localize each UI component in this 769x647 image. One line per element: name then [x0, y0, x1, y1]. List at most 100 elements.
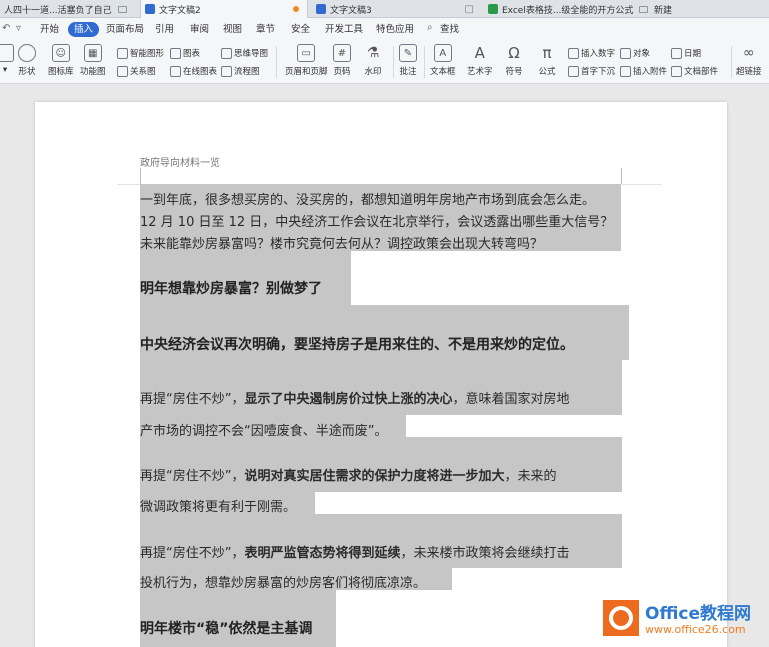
undo-icon[interactable]: ↶: [2, 23, 10, 34]
comment-button[interactable]: ✎ 批注: [399, 44, 417, 77]
watermark-icon: ⚗: [366, 45, 380, 61]
flowchart-button[interactable]: 流程图: [221, 65, 260, 77]
watermark-brand: Office教程网: [645, 604, 752, 624]
attachment-button[interactable]: 插入附件: [620, 65, 667, 77]
menu-view[interactable]: 视图: [223, 22, 242, 37]
wordart-button[interactable]: A 艺术字: [467, 44, 493, 77]
menu-home[interactable]: 开始: [40, 22, 59, 37]
tab-doc1[interactable]: 人四十一道...活塞负了自己: [0, 0, 140, 18]
tab-doc2[interactable]: 文字文稿2: [140, 0, 308, 18]
object-icon: [620, 47, 631, 59]
office-logo-icon: [603, 600, 639, 636]
section-heading: 明年楼市“稳”依然是主基调: [140, 621, 313, 637]
watermark-url: www.office26.com: [645, 623, 746, 636]
document-canvas[interactable]: 政府导向材料一览 一到年底，很多想买房的、没买房的，都想知道明年房地产市场到底会…: [0, 85, 769, 647]
symbol-button[interactable]: Ω 符号: [505, 44, 523, 77]
paragraph-line: 微调政策将更有利于刚需。: [140, 500, 297, 515]
tab-doc3[interactable]: 文字文稿3 □: [312, 0, 480, 18]
insert-number-button[interactable]: 插入数字: [568, 47, 615, 59]
menu-features[interactable]: 特色应用: [376, 22, 414, 37]
writer-doc-icon: [316, 4, 326, 14]
link-icon: ∞: [742, 45, 755, 61]
formula-label: 公式: [538, 67, 556, 77]
docpart-icon: [671, 65, 682, 77]
relation-icon: [117, 65, 128, 77]
shape-icon: [18, 44, 36, 62]
partial-button[interactable]: ▾: [0, 44, 14, 75]
calendar-icon: [671, 47, 682, 59]
function-chart-button[interactable]: ▦ 功能图: [80, 44, 106, 77]
close-icon[interactable]: □: [465, 4, 474, 15]
unsaved-dot-icon: [293, 6, 299, 12]
menu-security[interactable]: 安全: [291, 22, 310, 37]
tab-bar: 人四十一道...活塞负了自己 文字文稿2 文字文稿3 □ Excel表格技...…: [0, 0, 769, 18]
paragraph-line: 再提“房住不炒”，说明对真实居住需求的保护力度将进一步加大，未来的: [140, 465, 557, 484]
tab-new[interactable]: 新建: [650, 0, 710, 18]
wordart-icon: A: [474, 44, 485, 62]
shape-button[interactable]: 形状: [18, 44, 36, 77]
flowchart-icon: [221, 65, 232, 77]
textbox-button[interactable]: A 文本框: [430, 44, 456, 77]
text-run: ，未来的: [504, 469, 557, 484]
header-footer-button[interactable]: ▭ 页眉和页脚: [285, 44, 328, 77]
icon-gallery-button[interactable]: ☺ 图标库: [48, 44, 74, 77]
search-button[interactable]: 查找: [440, 22, 459, 37]
tab-excel[interactable]: Excel表格技...级全能的开方公式: [484, 0, 648, 18]
comment-label: 批注: [399, 67, 417, 77]
menu-devtools[interactable]: 开发工具: [325, 22, 363, 37]
separator: [731, 46, 732, 78]
omega-icon: Ω: [508, 44, 520, 62]
search-icon[interactable]: ⌕: [427, 22, 433, 33]
chevron-down-icon[interactable]: ▿: [16, 23, 21, 34]
chart-icon: [170, 47, 181, 59]
number-icon: [568, 47, 579, 59]
menu-chapter[interactable]: 章节: [256, 22, 275, 37]
hyperlink-button[interactable]: ∞ 超链接: [736, 44, 762, 77]
smartart-button[interactable]: 智能图形: [117, 47, 164, 59]
menu-review[interactable]: 审阅: [190, 22, 209, 37]
menu-reference[interactable]: 引用: [155, 22, 174, 37]
paragraph-line: 12 月 10 日至 12 日，中央经济工作会议在北京举行，会议透露出哪些重大信…: [140, 215, 614, 230]
margin-marker: [140, 168, 141, 184]
page-number-label: 页码: [333, 67, 351, 77]
watermark-button[interactable]: ⚗ 水印: [364, 44, 382, 77]
dropcap-icon: [568, 65, 579, 77]
textbox-label: 文本框: [430, 67, 456, 77]
menu-insert[interactable]: 插入: [68, 22, 100, 37]
ribbon-toolbar: ▾ 形状 ☺ 图标库 ▦ 功能图 智能图形 图表 思维导图 关系图 在线图表 流…: [0, 42, 769, 84]
chart-button[interactable]: 图表: [170, 47, 200, 59]
menu-bar: ↶ ▿ 开始 插入 页面布局 引用 审阅 视图 章节 安全 开发工具 特色应用 …: [0, 18, 769, 42]
section-heading: 中央经济会议再次明确，要坚持房子是用来住的、不是用来炒的定位。: [140, 337, 574, 353]
dropcap-button[interactable]: 首字下沉: [568, 65, 615, 77]
gallery-icon: ☺: [51, 44, 70, 62]
symbol-label: 符号: [505, 67, 523, 77]
hyperlink-label: 超链接: [736, 67, 762, 77]
paragraph-line: 再提“房住不炒”，表明严监管态势将得到延续，未来楼市政策将会继续打击: [140, 542, 570, 561]
mindmap-button[interactable]: 思维导图: [221, 47, 268, 59]
func-label: 功能图: [80, 67, 106, 77]
object-button[interactable]: 对象: [620, 47, 650, 59]
textbox-icon: A: [433, 44, 452, 62]
text-run: ，意味着国家对房地: [452, 392, 570, 407]
page-number-button[interactable]: # 页码: [333, 44, 351, 77]
relation-button[interactable]: 关系图: [117, 65, 156, 77]
tab-label: Excel表格技...级全能的开方公式: [502, 5, 634, 16]
text-run: ，未来楼市政策将会继续打击: [400, 546, 570, 561]
date-button[interactable]: 日期: [671, 47, 701, 59]
monitor-icon: [639, 5, 648, 13]
paragraph-line: 一到年底，很多想买房的、没买房的，都想知道明年房地产市场到底会怎么走。: [140, 193, 596, 208]
wordart-label: 艺术字: [467, 67, 493, 77]
text-run: 再提“房住不炒”，: [140, 469, 245, 484]
smartart-icon: [117, 47, 128, 59]
mindmap-icon: [221, 47, 232, 59]
watermark-label: 水印: [364, 67, 382, 77]
function-icon: ▦: [83, 44, 102, 62]
docpart-button[interactable]: 文档部件: [671, 65, 718, 77]
tab-label: 新建: [654, 5, 673, 16]
online-chart-button[interactable]: 在线图表: [170, 65, 217, 77]
header-footer-label: 页眉和页脚: [285, 67, 328, 77]
menu-layout[interactable]: 页面布局: [106, 22, 144, 37]
paragraph-line: 投机行为，想靠炒房暴富的炒房客们将彻底凉凉。: [140, 576, 427, 591]
margin-marker: [621, 168, 622, 184]
formula-button[interactable]: π 公式: [538, 44, 556, 77]
